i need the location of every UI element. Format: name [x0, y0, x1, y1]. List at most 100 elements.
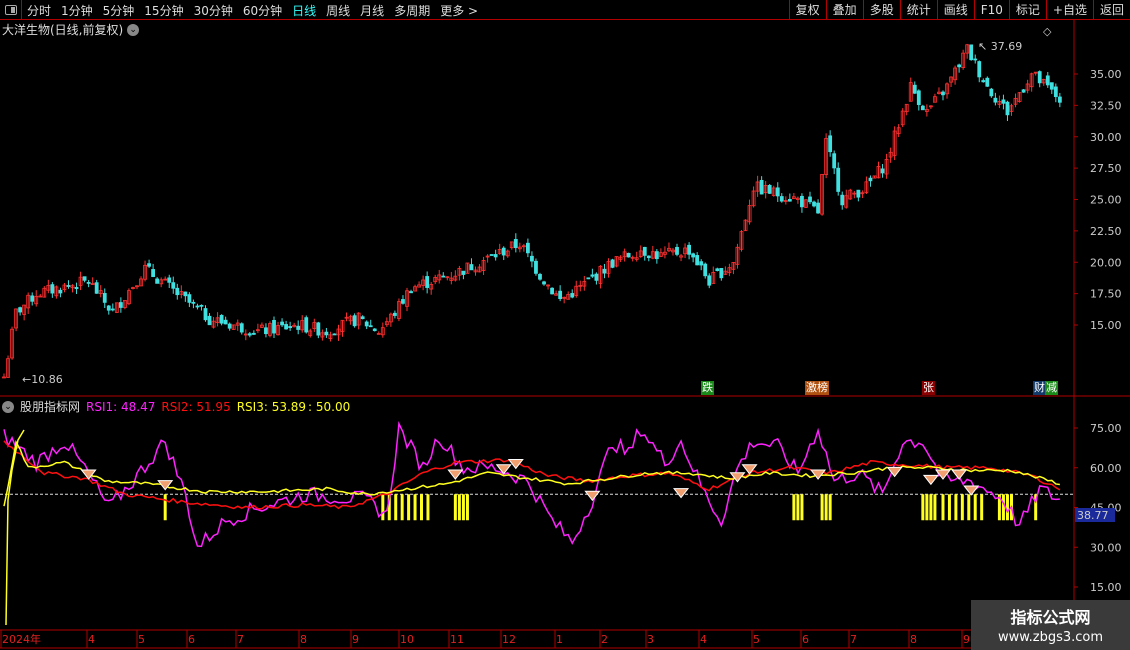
candle-body: [675, 246, 679, 255]
signal-bar: [163, 494, 167, 521]
signal-bar: [960, 494, 964, 521]
candle-body: [393, 312, 397, 316]
candle-body: [981, 80, 986, 83]
diamond-signal-icon: [584, 490, 601, 502]
chart-canvas[interactable]: 35.00 32.50 30.00 27.50 25.00 22.50 20.00 17.50…: [0, 0, 1130, 650]
candle-body: [207, 315, 212, 326]
rsi-axis-label: 60.00: [1090, 462, 1122, 475]
candle-body: [542, 281, 546, 285]
candle-body: [147, 263, 151, 267]
rsi1-label: RSI1: 48.47: [86, 399, 156, 414]
candle-body: [18, 307, 23, 313]
price-axis-label: 15.00: [1090, 319, 1122, 332]
candle-body: [368, 325, 373, 328]
candle-body: [223, 319, 228, 325]
candle-body: [800, 195, 804, 208]
candle-body: [513, 239, 518, 249]
candle-body: [251, 332, 256, 335]
event-tag-rank[interactable]: 激榜: [805, 381, 829, 395]
candle-body: [110, 308, 115, 311]
candle-body: [272, 319, 276, 334]
indicator-name: 股朋指标网: [20, 400, 81, 414]
date-label: 9: [963, 633, 970, 646]
candle-body: [304, 317, 309, 333]
candle-body: [610, 259, 615, 268]
signal-bar: [933, 494, 937, 521]
indicator-title: ⌄ 股朋指标网 RSI1: 48.47 RSI2: 51.95 RSI3: 53…: [2, 398, 350, 415]
signal-bar: [954, 494, 958, 521]
candle-body: [50, 284, 55, 294]
signal-bar: [461, 494, 465, 521]
candle-body: [969, 44, 974, 61]
signal-bar: [400, 494, 404, 521]
event-tag-reduce[interactable]: 减: [1045, 381, 1058, 395]
price-axis-label: 35.00: [1090, 68, 1122, 81]
price-axis-label: 30.00: [1090, 131, 1122, 144]
date-label: 7: [850, 633, 857, 646]
candle-body: [171, 282, 176, 289]
signal-bar: [796, 494, 800, 521]
event-tag-fall[interactable]: 跌: [701, 381, 714, 395]
rsi-axis-label: 15.00: [1090, 581, 1122, 594]
signal-bar: [800, 494, 804, 521]
event-tag-rise[interactable]: 张: [922, 381, 935, 395]
candle-body: [30, 295, 35, 302]
candle-body: [646, 255, 651, 259]
signal-bar: [929, 494, 933, 521]
date-label: 3: [647, 633, 654, 646]
candle-body: [590, 274, 595, 277]
signal-bar: [967, 494, 971, 521]
signal-bar: [426, 494, 430, 521]
signal-bar: [947, 494, 951, 521]
date-label: 8: [300, 633, 307, 646]
diamond-signal-icon: [447, 469, 464, 480]
current-value-label: 38.77: [1077, 509, 1109, 522]
candle-body: [602, 268, 607, 274]
candle-body: [58, 289, 63, 294]
candle-body: [409, 291, 413, 294]
signal-bar: [420, 494, 424, 521]
signal-bar: [407, 494, 411, 521]
candle-body: [288, 326, 293, 329]
date-label: 4: [700, 633, 707, 646]
price-axis-label: 22.50: [1090, 225, 1122, 238]
signal-bar: [973, 494, 977, 521]
date-label: 7: [237, 633, 244, 646]
signal-bar: [453, 494, 457, 521]
candle-body: [642, 246, 647, 256]
signal-bar: [980, 494, 984, 521]
candle-body: [779, 196, 784, 202]
watermark-url: www.zbgs3.com: [997, 630, 1104, 645]
high-price-label: ↖ 37.69: [978, 40, 1022, 53]
candle-body: [175, 287, 180, 296]
rsi3-line: [3, 440, 1060, 507]
candle-body: [332, 333, 337, 336]
candle-body: [775, 187, 780, 197]
rsi3-label: RSI3: 53.89: [236, 399, 307, 414]
candle-body: [570, 293, 575, 298]
candle-body: [703, 263, 708, 277]
candle-body: [352, 315, 357, 327]
candle-body: [715, 268, 720, 272]
chevron-down-icon[interactable]: ⌄: [2, 400, 14, 413]
rsi2-label: RSI2: 51.95: [161, 399, 231, 414]
candle-body: [183, 291, 188, 297]
date-label: 1: [556, 633, 563, 646]
candle-body: [868, 177, 873, 182]
signal-bar: [824, 494, 828, 521]
candle-body: [1037, 71, 1042, 84]
price-axis-label: 17.50: [1090, 288, 1122, 301]
candle-body: [691, 253, 696, 258]
candle-body: [441, 275, 446, 278]
candle-body: [973, 58, 978, 61]
candle-body: [1001, 99, 1006, 104]
signal-bar: [381, 494, 385, 521]
date-label: 8: [910, 633, 917, 646]
candle-body: [586, 277, 591, 280]
candle-body: [759, 179, 764, 195]
candle-body: [808, 196, 812, 203]
candle-body: [1045, 75, 1050, 86]
candle-body: [654, 251, 659, 260]
candle-body: [594, 273, 599, 281]
candle-body: [985, 77, 990, 87]
